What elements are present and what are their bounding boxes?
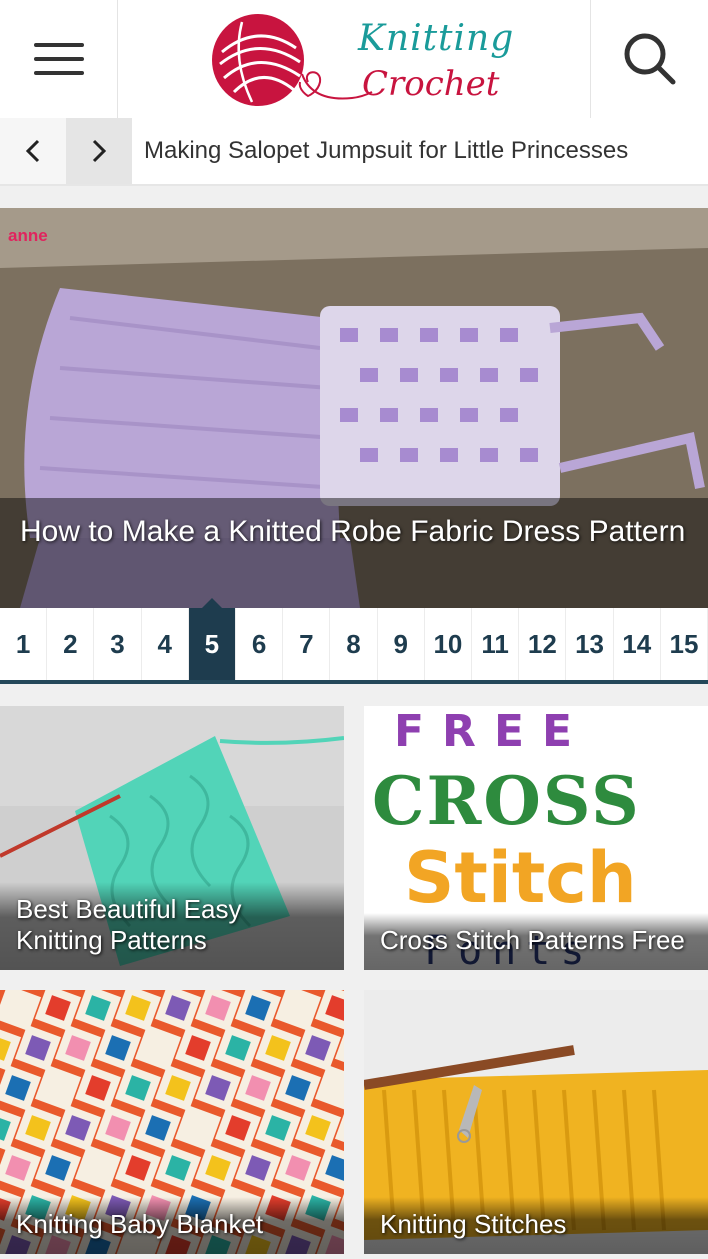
- article-card[interactable]: Knitting Stitches: [364, 990, 708, 1254]
- logo-text-knitting: Knitting: [358, 18, 515, 59]
- watermark-logo: anne: [8, 226, 48, 245]
- page-button-10[interactable]: 10: [425, 608, 473, 680]
- article-card[interactable]: FREE CROSS Stitch Fonts Cross Stitch Pat…: [364, 706, 708, 970]
- site-logo[interactable]: Knitting Crochet: [212, 12, 513, 112]
- page-button-8[interactable]: 8: [330, 608, 378, 680]
- page-button-6[interactable]: 6: [236, 608, 284, 680]
- site-header: Knitting Crochet: [0, 0, 708, 119]
- page-button-4[interactable]: 4: [142, 608, 189, 680]
- page-button-7[interactable]: 7: [283, 608, 331, 680]
- ticker-headline-link[interactable]: Making Salopet Jumpsuit for Little Princ…: [132, 118, 708, 184]
- chevron-left-icon: [25, 139, 40, 163]
- slider-pagination: 1 2 3 4 5 6 7 8 9 10 11 12 13 14 15: [0, 598, 708, 684]
- news-ticker: Making Salopet Jumpsuit for Little Princ…: [0, 118, 708, 186]
- article-card-title: Knitting Stitches: [364, 1197, 708, 1254]
- ticker-next-button[interactable]: [66, 118, 132, 184]
- slider-caption[interactable]: How to Make a Knitted Robe Fabric Dress …: [0, 498, 708, 608]
- article-card[interactable]: Knitting Baby Blanket: [0, 990, 344, 1254]
- page-button-15[interactable]: 15: [661, 608, 708, 680]
- chevron-right-icon: [92, 139, 107, 163]
- page-button-3[interactable]: 3: [94, 608, 142, 680]
- featured-slider[interactable]: anne How to Make a Knitted Robe Fabric D…: [0, 208, 708, 608]
- ticker-prev-button[interactable]: [0, 118, 66, 184]
- search-icon: [624, 33, 675, 85]
- article-card[interactable]: Best Beautiful Easy Knitting Patterns: [0, 706, 344, 970]
- article-card-title: Knitting Baby Blanket: [0, 1197, 344, 1254]
- page-button-11[interactable]: 11: [472, 608, 520, 680]
- search-button[interactable]: [590, 0, 708, 118]
- page-button-5[interactable]: 5: [188, 598, 237, 680]
- article-card-title: Best Beautiful Easy Knitting Patterns: [0, 882, 344, 970]
- svg-text:Stitch: Stitch: [404, 837, 637, 919]
- menu-button[interactable]: [0, 0, 118, 118]
- article-card-title: Cross Stitch Patterns Free: [364, 913, 708, 970]
- page-button-13[interactable]: 13: [566, 608, 614, 680]
- svg-text:FREE: FREE: [394, 706, 590, 757]
- page-button-14[interactable]: 14: [614, 608, 661, 680]
- page-button-1[interactable]: 1: [0, 608, 48, 680]
- page-button-2[interactable]: 2: [47, 608, 95, 680]
- hamburger-menu-icon: [33, 43, 84, 75]
- page-button-12[interactable]: 12: [519, 608, 567, 680]
- svg-text:CROSS: CROSS: [372, 762, 641, 840]
- logo-text-crochet: Crochet: [362, 64, 500, 104]
- page-button-9[interactable]: 9: [378, 608, 425, 680]
